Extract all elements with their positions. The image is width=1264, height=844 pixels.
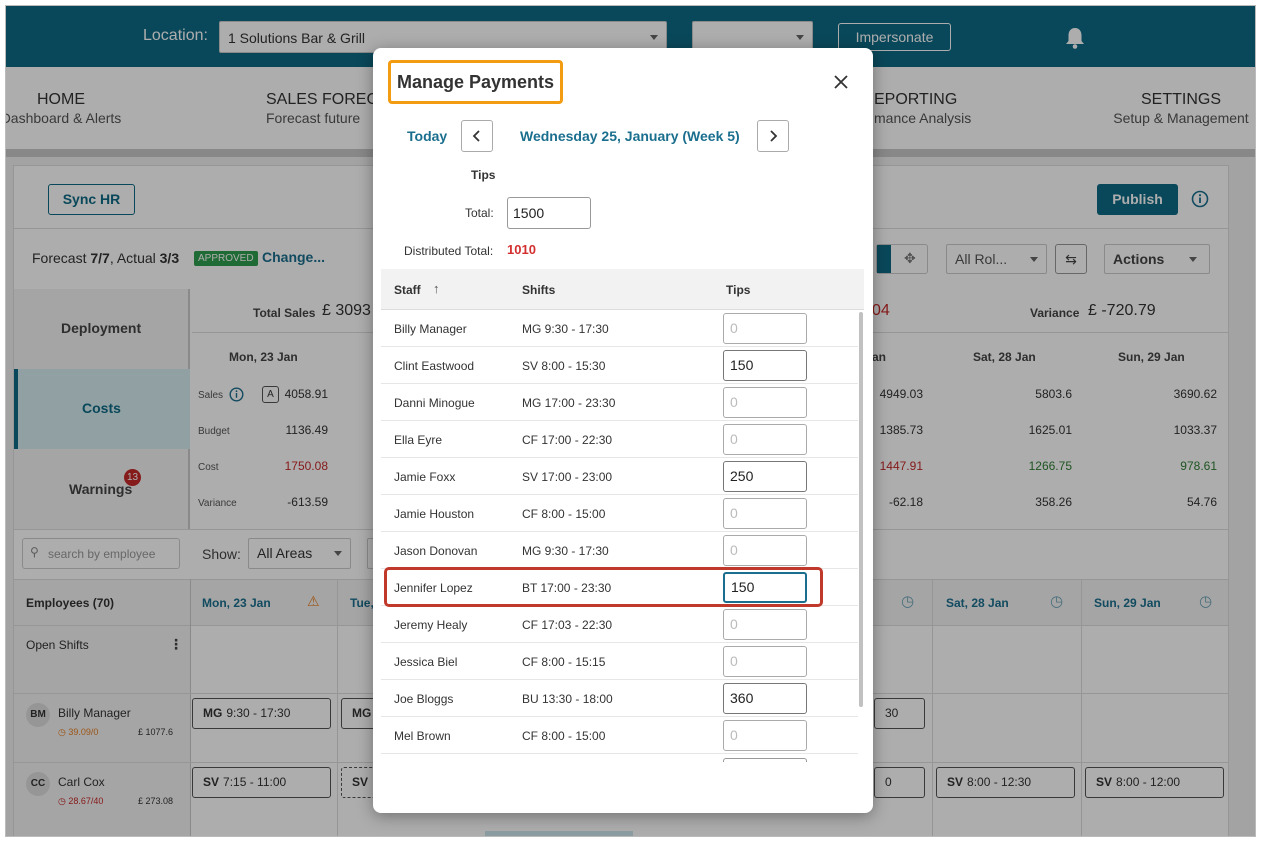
total-label: Total:	[465, 206, 494, 220]
staff-name: Jamie Foxx	[394, 470, 456, 484]
staff-shift: CF 17:03 - 22:30	[522, 618, 613, 632]
chevron-left-icon	[472, 130, 480, 142]
staff-name: Jeremy Healy	[394, 618, 468, 632]
col-shifts: Shifts	[522, 283, 556, 297]
staff-name: Joe Bloggs	[394, 692, 454, 706]
tip-input[interactable]: 250	[723, 461, 807, 492]
col-tips: Tips	[726, 283, 751, 297]
tip-input[interactable]	[723, 758, 807, 762]
tip-input[interactable]: 0	[723, 535, 807, 566]
tip-input[interactable]: 0	[723, 387, 807, 418]
table-row: Jason Donovan MG 9:30 - 17:30 0	[381, 532, 858, 569]
table-row: Mel Brown CF 8:00 - 15:00 0	[381, 717, 858, 754]
scrollbar-thumb[interactable]	[859, 312, 863, 707]
total-tips-input[interactable]: 1500	[507, 197, 591, 229]
staff-name: Clint Eastwood	[394, 359, 475, 373]
tip-input[interactable]: 0	[723, 720, 807, 751]
table-row: Billy Manager MG 9:30 - 17:30 0	[381, 310, 858, 347]
close-icon[interactable]	[831, 72, 851, 92]
table-row: Jeremy Healy CF 17:03 - 22:30 0	[381, 606, 858, 643]
tip-input[interactable]: 150	[723, 350, 807, 381]
staff-name: Billy Manager	[394, 322, 467, 336]
table-row: Ella Eyre CF 17:00 - 22:30 0	[381, 421, 858, 458]
staff-shift: MG 9:30 - 17:30	[522, 544, 609, 558]
staff-shift: MG 9:30 - 17:30	[522, 322, 609, 336]
staff-shift: SV 17:00 - 23:00	[522, 470, 613, 484]
tip-input[interactable]: 0	[723, 609, 807, 640]
tips-heading: Tips	[471, 168, 496, 182]
table-header: Staff ↑ Shifts Tips	[381, 269, 864, 310]
highlight-annotation	[384, 567, 823, 607]
staff-name: Mel Brown	[394, 729, 451, 743]
table-row: Jessica Biel CF 8:00 - 15:15 0	[381, 643, 858, 680]
col-staff[interactable]: Staff	[394, 283, 421, 297]
staff-name: Jamie Houston	[394, 507, 475, 521]
modal-title: Manage Payments	[388, 60, 563, 104]
tip-input[interactable]: 0	[723, 646, 807, 677]
table-row: Joe Bloggs BU 13:30 - 18:00 360	[381, 680, 858, 717]
staff-shift: CF 8:00 - 15:00	[522, 729, 606, 743]
staff-name: Ella Eyre	[394, 433, 443, 447]
table-row: Jamie Houston CF 8:00 - 15:00 0	[381, 495, 858, 532]
staff-shift: CF 17:00 - 22:30	[522, 433, 613, 447]
current-date: Wednesday 25, January (Week 5)	[520, 128, 740, 144]
staff-name: Danni Minogue	[394, 396, 475, 410]
staff-name: Jason Donovan	[394, 544, 478, 558]
next-day-button[interactable]	[757, 120, 789, 152]
tip-input[interactable]: 360	[723, 683, 807, 714]
tips-table: Staff ↑ Shifts Tips Billy Manager MG 9:30…	[381, 269, 864, 813]
staff-shift: MG 17:00 - 23:30	[522, 396, 616, 410]
table-row: Danni Minogue MG 17:00 - 23:30 0	[381, 384, 858, 421]
tip-input[interactable]: 0	[723, 498, 807, 529]
staff-shift: BU 13:30 - 18:00	[522, 692, 613, 706]
staff-name: Jessica Biel	[394, 655, 458, 669]
today-button[interactable]: Today	[407, 128, 447, 144]
prev-day-button[interactable]	[461, 120, 493, 152]
sort-ascending-icon[interactable]: ↑	[433, 281, 440, 296]
table-row: Clint Eastwood SV 8:00 - 15:30 150	[381, 347, 858, 384]
tip-input[interactable]: 0	[723, 424, 807, 455]
chevron-right-icon	[770, 130, 778, 142]
tip-input[interactable]: 0	[723, 313, 807, 344]
manage-payments-modal: Manage Payments Today Wednesday 25, Janu…	[373, 48, 873, 813]
staff-shift: SV 8:00 - 15:30	[522, 359, 606, 373]
distributed-total-label: Distributed Total:	[404, 244, 494, 258]
staff-shift: CF 8:00 - 15:15	[522, 655, 606, 669]
staff-shift: CF 8:00 - 15:00	[522, 507, 606, 521]
distributed-total-value: 1010	[507, 242, 536, 257]
table-row: Jamie Foxx SV 17:00 - 23:00 250	[381, 458, 858, 495]
